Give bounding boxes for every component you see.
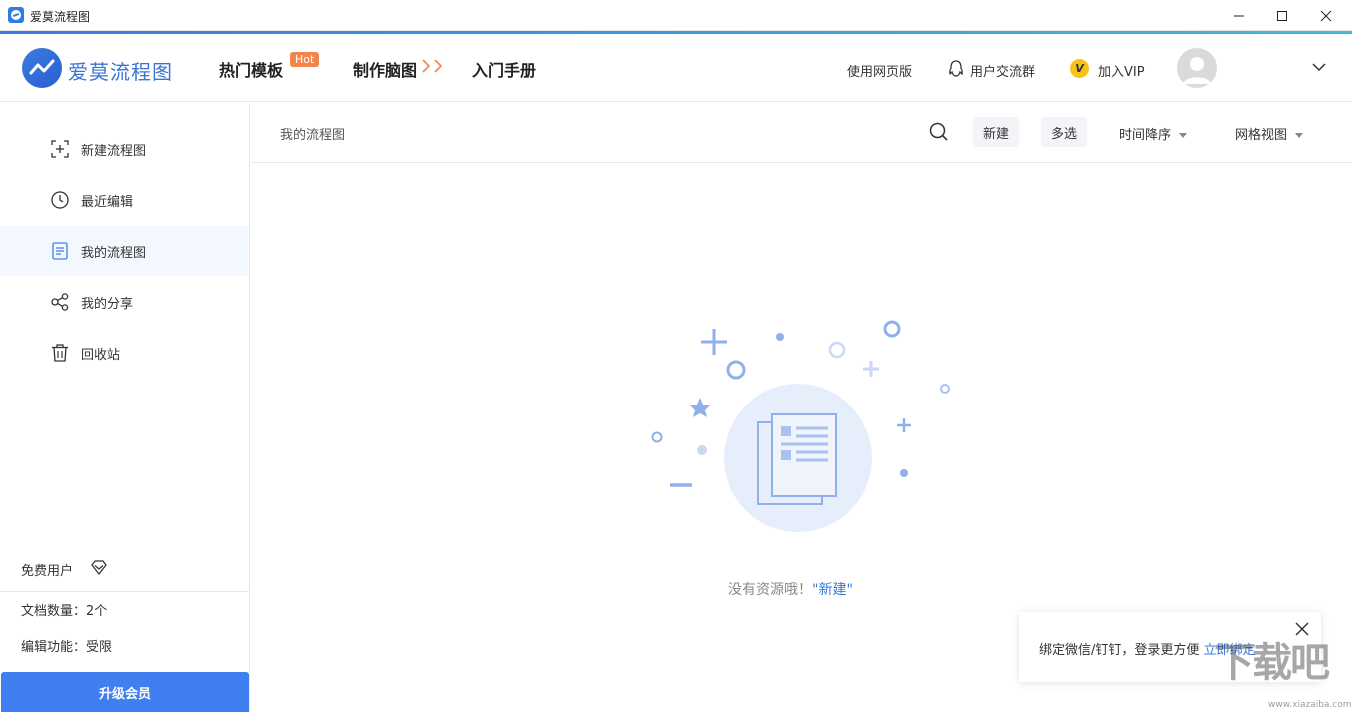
new-button[interactable]: 新建 xyxy=(973,117,1019,147)
free-user-label: 免费用户 xyxy=(21,560,73,579)
avatar[interactable] xyxy=(1177,48,1217,88)
diamond-icon xyxy=(90,560,108,576)
sidebar: 新建流程图 最近编辑 我的流程图 我的分享 回收站 免费用户 文档数量：2个 编… xyxy=(0,103,250,713)
edit-function-status: 编辑功能：受限 xyxy=(21,636,112,655)
empty-new-link[interactable]: "新建" xyxy=(812,582,853,598)
sidebar-item-label: 回收站 xyxy=(81,344,120,363)
nav-mindmap[interactable]: 制作脑图 xyxy=(353,57,417,81)
watermark: 下载吧 xyxy=(1214,630,1328,688)
empty-message: 没有资源哦！"新建" xyxy=(728,579,853,599)
close-icon xyxy=(1320,10,1332,22)
window-title: 爱莫流程图 xyxy=(30,8,90,25)
sidebar-item-label: 我的分享 xyxy=(81,293,133,312)
sort-dropdown[interactable]: 时间降序 xyxy=(1119,124,1187,143)
toast-text: 绑定微信/钉钉，登录更方便 xyxy=(1039,643,1199,658)
sidebar-item-label: 最近编辑 xyxy=(81,191,133,210)
caret-down-icon xyxy=(1295,133,1303,138)
breadcrumb: 我的流程图 xyxy=(280,124,345,143)
sort-label: 时间降序 xyxy=(1119,128,1171,143)
doc-count: 文档数量：2个 xyxy=(21,600,107,619)
sidebar-item-trash[interactable]: 回收站 xyxy=(0,328,249,378)
trash-icon xyxy=(50,343,70,363)
logo-text: 爱莫流程图 xyxy=(68,56,173,85)
upgrade-button[interactable]: 升级会员 xyxy=(1,672,249,712)
sidebar-item-label: 新建流程图 xyxy=(81,140,146,159)
sidebar-item-recent[interactable]: 最近编辑 xyxy=(0,175,249,225)
sidebar-divider xyxy=(0,591,249,592)
minimize-icon xyxy=(1233,10,1245,22)
user-icon xyxy=(1177,48,1217,88)
qq-penguin-icon xyxy=(947,59,965,79)
window-titlebar: 爱莫流程图 xyxy=(0,0,1352,31)
view-label: 网格视图 xyxy=(1235,128,1287,143)
chevron-down-icon[interactable] xyxy=(1311,62,1327,72)
vip-icon: V xyxy=(1070,59,1089,78)
watermark-url: www.xiazaiba.com xyxy=(1268,700,1352,710)
view-dropdown[interactable]: 网格视图 xyxy=(1235,124,1303,143)
app-header: 爱莫流程图 热门模板 Hot 制作脑图 入门手册 使用网页版 用户交流群 V 加… xyxy=(0,34,1352,102)
logo-icon xyxy=(22,48,62,88)
maximize-button[interactable] xyxy=(1259,0,1305,31)
clock-icon xyxy=(50,190,70,210)
multi-select-button[interactable]: 多选 xyxy=(1041,117,1087,147)
sidebar-item-my-shares[interactable]: 我的分享 xyxy=(0,277,249,327)
add-frame-icon xyxy=(50,139,70,159)
content-toolbar: 我的流程图 新建 多选 时间降序 网格视图 xyxy=(251,103,1352,163)
close-button[interactable] xyxy=(1303,0,1349,31)
caret-down-icon xyxy=(1179,133,1187,138)
minimize-button[interactable] xyxy=(1216,0,1262,31)
sidebar-item-new-flowchart[interactable]: 新建流程图 xyxy=(0,124,249,174)
search-icon[interactable] xyxy=(928,121,950,143)
join-vip-link[interactable]: 加入VIP xyxy=(1098,61,1145,80)
sidebar-item-my-flowcharts[interactable]: 我的流程图 xyxy=(0,226,249,276)
maximize-icon xyxy=(1276,10,1288,22)
web-version-link[interactable]: 使用网页版 xyxy=(847,61,912,80)
user-group-link[interactable]: 用户交流群 xyxy=(970,61,1035,80)
empty-text: 没有资源哦！ xyxy=(728,582,812,598)
sidebar-item-label: 我的流程图 xyxy=(81,242,146,261)
nav-hot-templates[interactable]: 热门模板 xyxy=(219,57,283,81)
share-icon xyxy=(50,292,70,312)
hot-badge: Hot xyxy=(290,52,319,67)
app-icon xyxy=(8,7,24,23)
nav-manual[interactable]: 入门手册 xyxy=(472,57,536,81)
double-chevron-icon xyxy=(421,58,447,74)
document-icon xyxy=(50,241,70,261)
empty-illustration xyxy=(640,312,960,542)
